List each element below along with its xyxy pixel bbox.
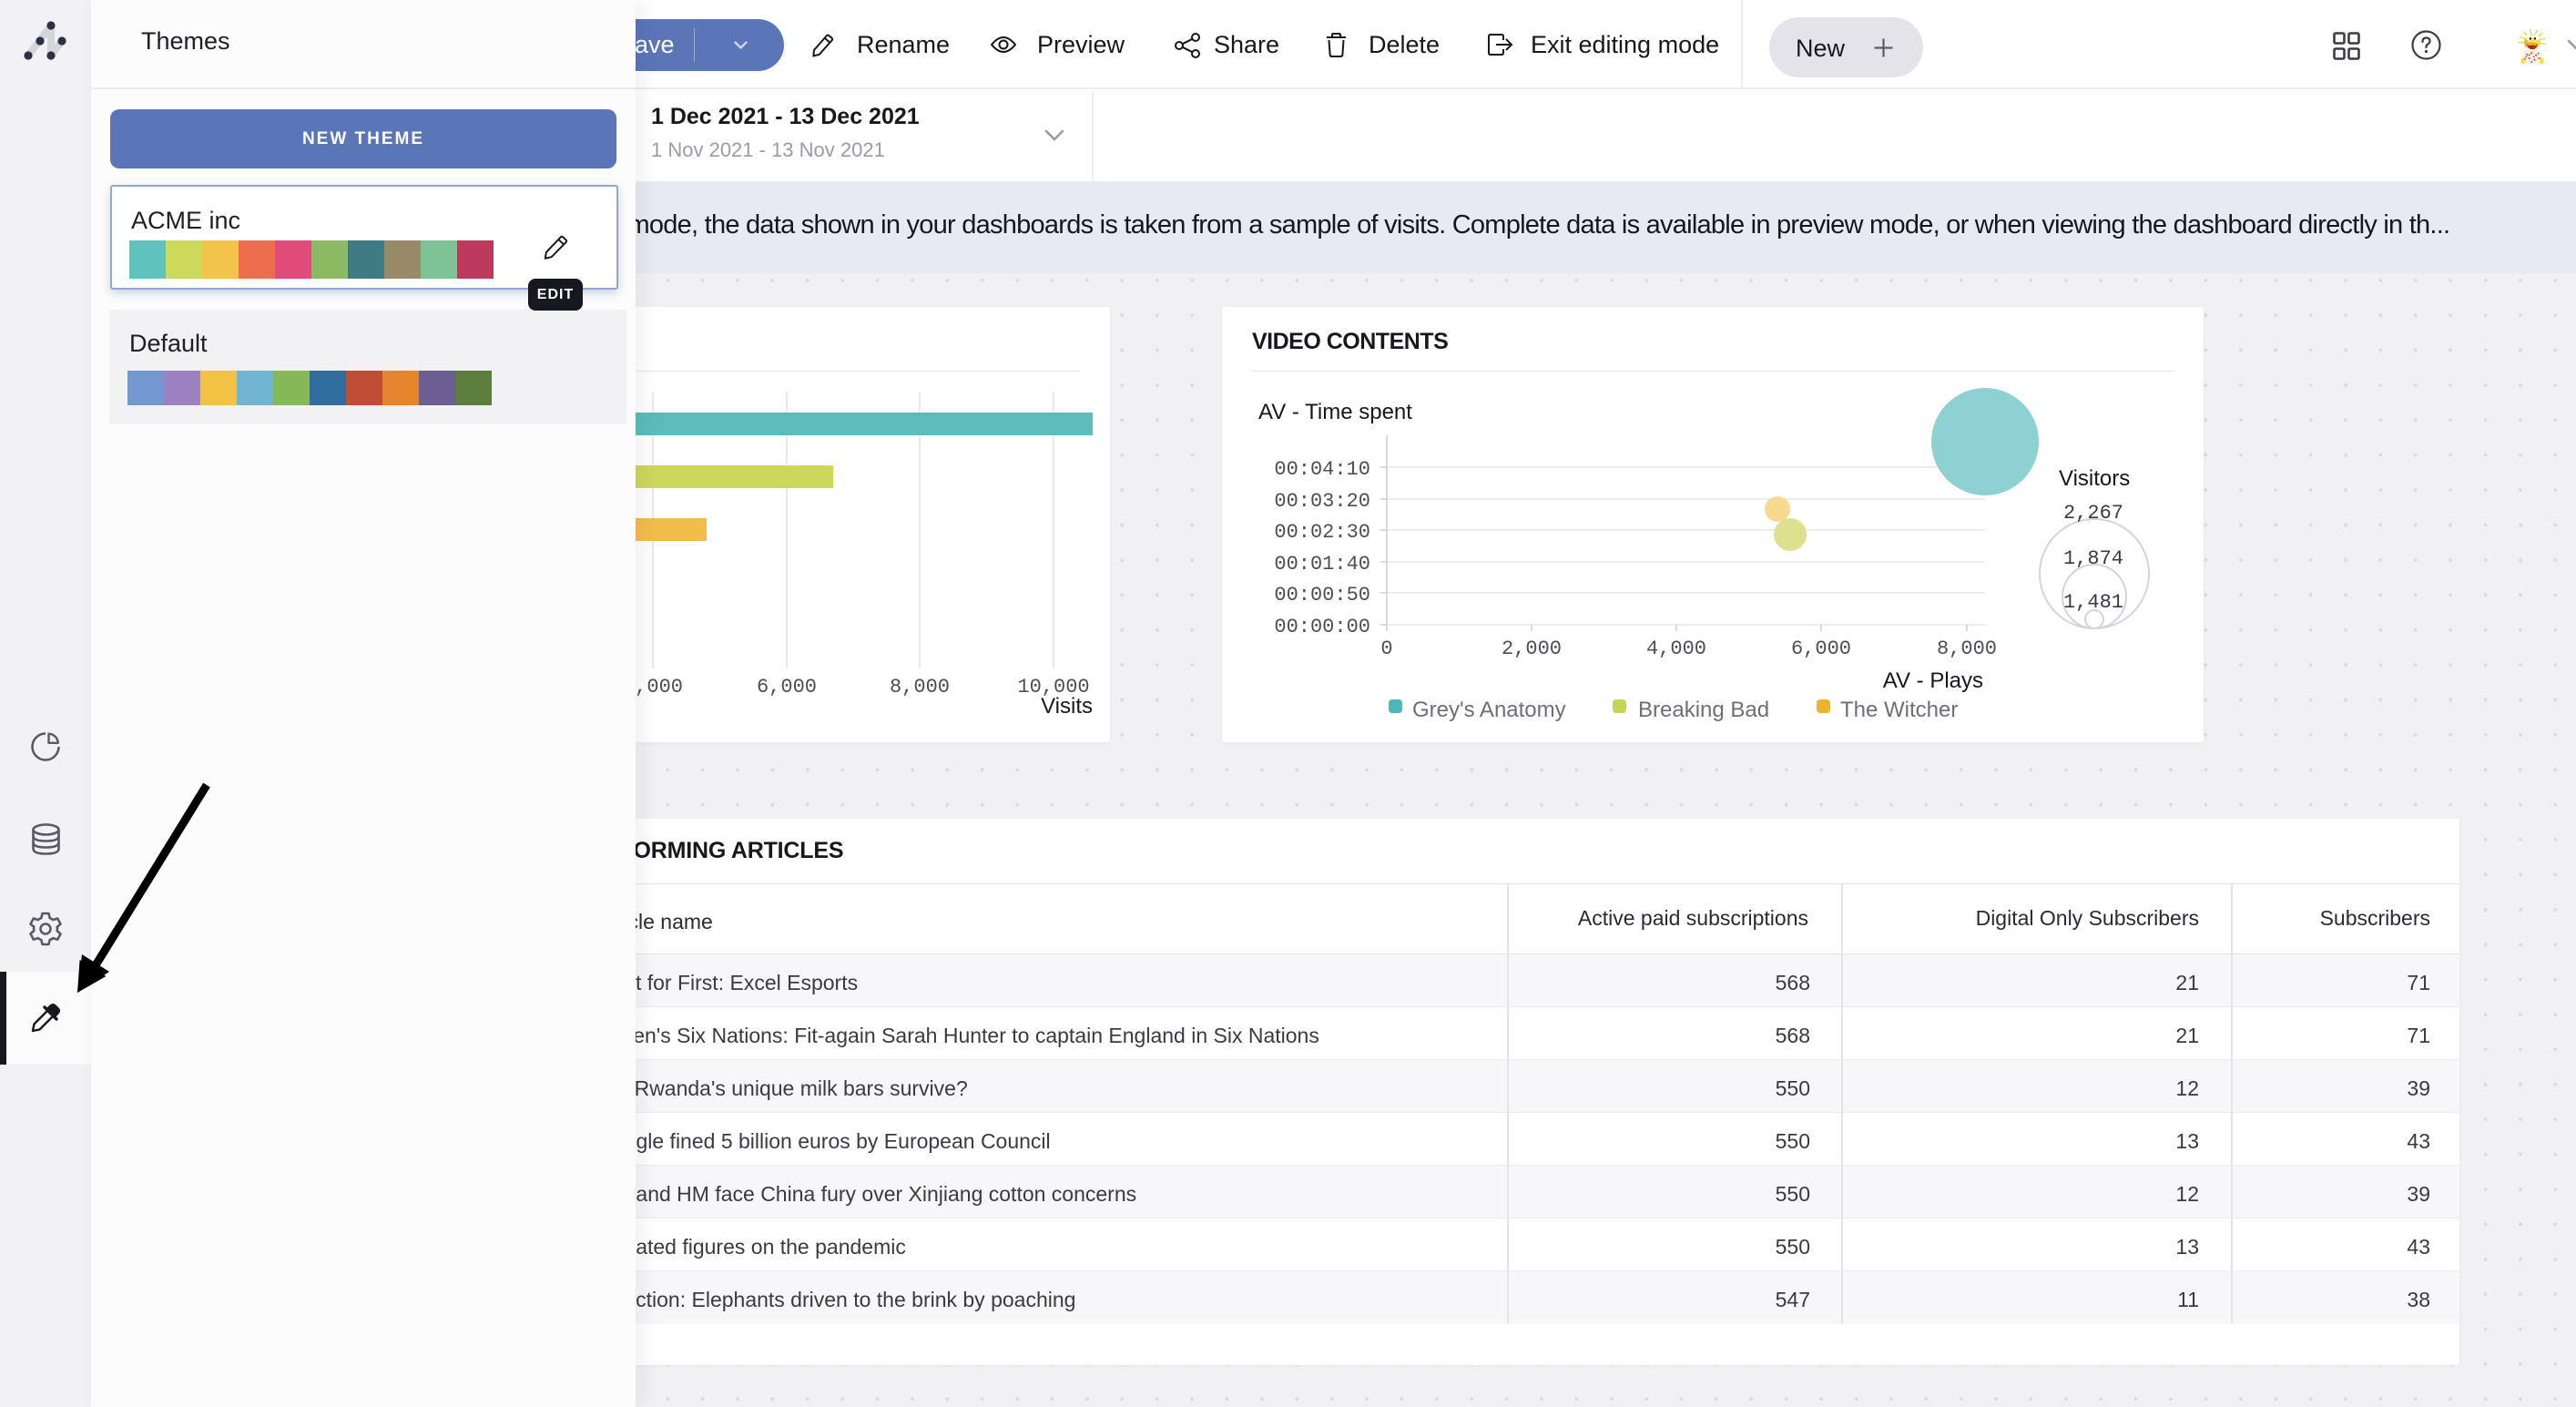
svg-text:2,267: 2,267 (2063, 502, 2123, 525)
svg-text:00:00:00: 00:00:00 (1274, 616, 1370, 638)
svg-text:1,481: 1,481 (2063, 591, 2123, 614)
svg-text:0: 0 (1380, 637, 1392, 660)
svg-text:6,000: 6,000 (757, 676, 817, 698)
svg-text:2,000: 2,000 (1502, 637, 1562, 660)
svg-text:00:01:40: 00:01:40 (1274, 553, 1370, 576)
svg-text:4,000: 4,000 (1646, 637, 1706, 660)
svg-text:The Witcher: The Witcher (1840, 698, 1958, 722)
svg-text:8,000: 8,000 (1937, 637, 1997, 660)
svg-text:AV - Time spent: AV - Time spent (1258, 400, 1412, 424)
svg-text:1,874: 1,874 (2063, 547, 2123, 570)
svg-text:Visits: Visits (1041, 694, 1093, 719)
svg-text:Visitors: Visitors (2059, 466, 2130, 491)
svg-text:AV - Plays: AV - Plays (1883, 668, 1983, 693)
svg-text:Breaking Bad: Breaking Bad (1638, 698, 1769, 722)
svg-text:Grey's Anatomy: Grey's Anatomy (1412, 698, 1566, 722)
svg-text:00:00:50: 00:00:50 (1274, 584, 1370, 607)
svg-text:8,000: 8,000 (890, 676, 950, 698)
svg-text:00:03:20: 00:03:20 (1274, 490, 1370, 513)
svg-text:6,000: 6,000 (1791, 637, 1851, 660)
svg-text:00:04:10: 00:04:10 (1274, 458, 1370, 481)
svg-text:00:02:30: 00:02:30 (1274, 521, 1370, 544)
